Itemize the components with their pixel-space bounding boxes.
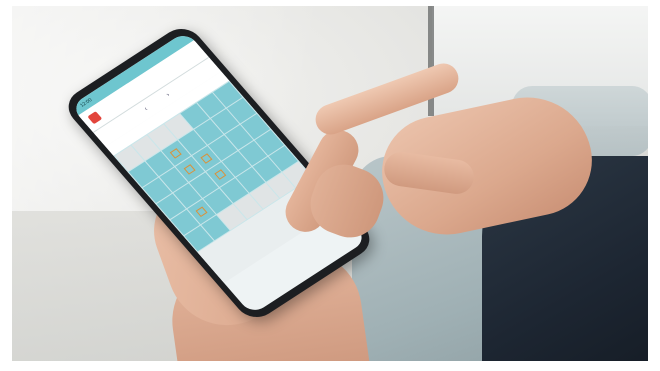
prev-month-button[interactable]: ‹ [144,106,150,112]
photo: 12:00 ‹ › [12,6,648,361]
app-logo-icon [87,111,103,125]
next-month-button[interactable]: › [165,92,171,98]
